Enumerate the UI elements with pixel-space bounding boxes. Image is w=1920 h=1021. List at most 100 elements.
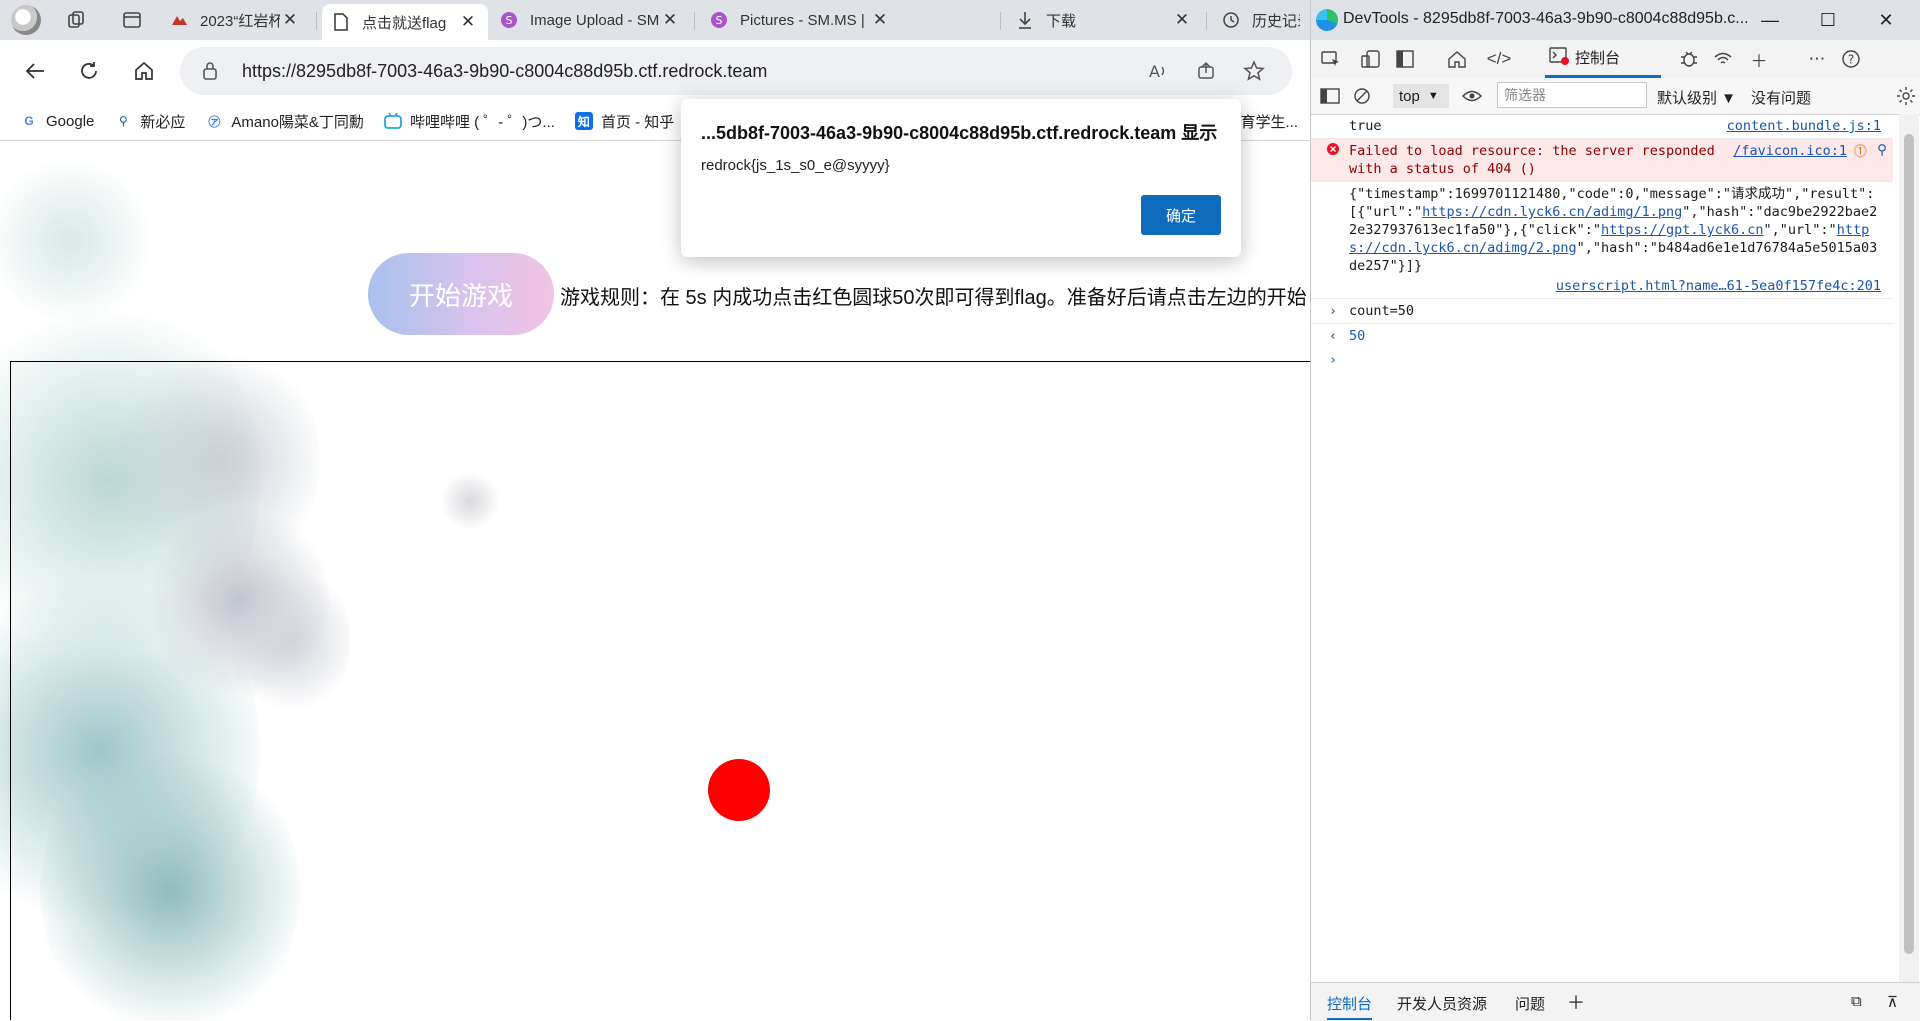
help-icon[interactable]: ? — [1839, 48, 1863, 70]
source-link[interactable]: content.bundle.js:1 — [1727, 117, 1881, 135]
inspect-element-icon[interactable] — [1319, 48, 1343, 70]
tab-console[interactable]: 控制台 — [1545, 40, 1661, 78]
favorite-zhihu[interactable]: 知首页 - 知乎 — [574, 111, 674, 132]
favorite-star-icon[interactable] — [1242, 59, 1266, 83]
share-icon[interactable] — [1194, 59, 1218, 83]
drawer-tab-issues[interactable]: 问题 — [1515, 993, 1545, 1014]
settings-gear-icon[interactable] — [1895, 86, 1917, 106]
more-options-icon[interactable]: ⋯ — [1805, 48, 1829, 70]
ok-button[interactable]: 确定 — [1141, 195, 1221, 235]
devtools-window: DevTools - 8295db8f-7003-46a3-9b90-c8004… — [1310, 0, 1920, 1021]
close-icon[interactable]: ✕ — [1172, 10, 1192, 30]
filter-input[interactable]: 筛选器 — [1497, 82, 1647, 108]
source-link[interactable]: /favicon.ico:1 — [1733, 142, 1847, 160]
favorite-google[interactable]: G Google — [20, 112, 94, 130]
back-arrow-icon — [25, 63, 44, 79]
bilibili-icon — [384, 112, 402, 130]
console-prompt[interactable]: › — [1311, 348, 1893, 368]
home-icon — [135, 61, 153, 80]
log-levels-dropdown[interactable]: 默认级别 ▼ — [1657, 87, 1736, 108]
vertical-tabs-icon — [123, 12, 141, 28]
live-expression-eye-icon[interactable] — [1461, 86, 1483, 106]
svg-text:?: ? — [1848, 53, 1854, 67]
tab-downloads[interactable]: 下载 ✕ — [1006, 4, 1202, 36]
source-link[interactable]: userscript.html?name…61-5ea0f157fe4c:201 — [1556, 278, 1881, 294]
smms-icon: S — [710, 11, 728, 29]
clear-console-icon[interactable] — [1351, 86, 1373, 106]
start-game-button[interactable]: 开始游戏 — [368, 253, 554, 335]
home-button[interactable] — [127, 54, 161, 88]
console-output: true content.bundle.js:1 Failed to load … — [1311, 114, 1893, 984]
dropdown-arrow-icon: ▼ — [1427, 90, 1439, 102]
drawer-tab-console[interactable]: 控制台 — [1327, 993, 1373, 1020]
scrollbar-thumb[interactable] — [1904, 134, 1914, 954]
network-wifi-icon[interactable] — [1711, 48, 1735, 70]
welcome-home-icon[interactable] — [1445, 48, 1469, 70]
devtools-toolbar: </> 控制台 ＋ ⋯ ? — [1311, 40, 1920, 79]
add-panel-icon[interactable]: ＋ — [1747, 48, 1771, 71]
workspaces-icon — [68, 11, 84, 28]
favorite-amano[interactable]: ㋐ Amano陽菜&丁同勳 — [205, 111, 364, 132]
toggle-sidebar-icon[interactable] — [1393, 48, 1417, 70]
console-scrollbar[interactable] — [1899, 114, 1919, 984]
web-page: 开始游戏 游戏规则：在 5s 内成功点击红色圆球50次即可得到flag。准备好后… — [0, 141, 1310, 1020]
back-button[interactable] — [18, 54, 52, 88]
console-input-row: › count=50 — [1311, 299, 1893, 324]
add-drawer-tab-icon[interactable]: ＋ — [1567, 989, 1585, 1015]
close-window-icon[interactable]: ✕ — [1863, 6, 1909, 34]
context-selector[interactable]: top ▼ — [1393, 84, 1449, 108]
profile-button[interactable] — [10, 4, 42, 36]
close-icon[interactable]: ✕ — [280, 10, 300, 30]
alert-dialog: ...5db8f-7003-46a3-9b90-c8004c88d95b.ctf… — [681, 99, 1241, 257]
close-icon[interactable]: ✕ — [660, 10, 680, 30]
sources-bug-icon[interactable] — [1677, 48, 1701, 70]
console-row: true content.bundle.js:1 — [1311, 114, 1893, 139]
tab-title: 点击就送flag — [362, 14, 447, 32]
collapse-drawer-icon[interactable]: ⊼ — [1887, 993, 1898, 1011]
close-icon[interactable]: ✕ — [870, 10, 890, 30]
refresh-button[interactable] — [72, 54, 106, 88]
console-filter-bar: top ▼ 筛选器 默认级别 ▼ 没有问题 — [1311, 78, 1920, 115]
tab-redrock[interactable]: 2023“红岩杯”信息安 ✕ — [160, 4, 310, 36]
device-emulation-icon[interactable] — [1359, 48, 1383, 70]
minimize-icon[interactable]: — — [1747, 6, 1793, 34]
tab-history[interactable]: 历史记录 — [1212, 4, 1310, 36]
search-icon[interactable]: ⚲ — [1877, 141, 1887, 159]
tab-strip: 2023“红岩杯”信息安 ✕ 点击就送flag ✕ S Image Upload… — [0, 0, 1310, 40]
bilibili-tag-icon: ㋐ — [208, 114, 221, 129]
issues-counter[interactable]: 没有问题 — [1751, 87, 1811, 108]
lock-icon[interactable] — [202, 61, 218, 86]
tab-title: Image Upload - SM — [530, 11, 660, 29]
refresh-icon — [81, 62, 97, 79]
read-aloud-icon[interactable]: A — [1146, 59, 1170, 83]
network-request-icon[interactable]: ⓵ — [1854, 143, 1868, 161]
tab-title: 2023“红岩杯”信息安 — [200, 12, 280, 30]
tab-image-upload[interactable]: S Image Upload - SM ✕ — [490, 4, 690, 36]
console-link[interactable]: https://cdn.lyck6.cn/adimg/1.png — [1422, 204, 1682, 220]
google-icon: G — [24, 114, 34, 128]
workspaces-button[interactable] — [60, 4, 92, 36]
close-icon[interactable]: ✕ — [458, 12, 478, 32]
page-icon — [332, 13, 350, 31]
tab-actions-button[interactable] — [116, 4, 148, 36]
favorite-bing[interactable]: ⚲ 新必应 — [114, 111, 185, 132]
sidebar-toggle-icon[interactable] — [1319, 86, 1341, 106]
game-area[interactable] — [10, 361, 1310, 1020]
download-icon — [1016, 11, 1034, 29]
chevron-left-icon: ‹ — [1328, 328, 1338, 344]
console-link[interactable]: https://gpt.lyck6.cn — [1601, 222, 1764, 238]
console-result-row: ‹ 50 — [1311, 324, 1893, 348]
elements-icon[interactable]: </> — [1487, 48, 1512, 70]
url-text[interactable]: https://8295db8f-7003-46a3-9b90-c8004c88… — [242, 61, 767, 82]
svg-text:S: S — [506, 14, 513, 27]
red-ball-target[interactable] — [708, 759, 770, 821]
drawer-tab-developer-resources[interactable]: 开发人员资源 — [1397, 993, 1487, 1014]
tab-click-flag[interactable]: 点击就送flag ✕ — [322, 4, 488, 40]
maximize-icon[interactable]: ☐ — [1805, 6, 1851, 34]
favorite-bilibili[interactable]: 哔哩哔哩 ( ゜- ゜)つ... — [384, 111, 555, 132]
tab-pictures[interactable]: S Pictures - SM.MS | I ✕ — [700, 4, 900, 36]
address-bar[interactable]: https://8295db8f-7003-46a3-9b90-c8004c88… — [180, 47, 1292, 95]
dialog-message: redrock{js_1s_s0_e@syyyy} — [701, 157, 890, 174]
console-row: {"timestamp":1699701121480,"code":0,"mes… — [1311, 182, 1893, 299]
dock-icon[interactable]: ⧉ — [1851, 993, 1862, 1010]
